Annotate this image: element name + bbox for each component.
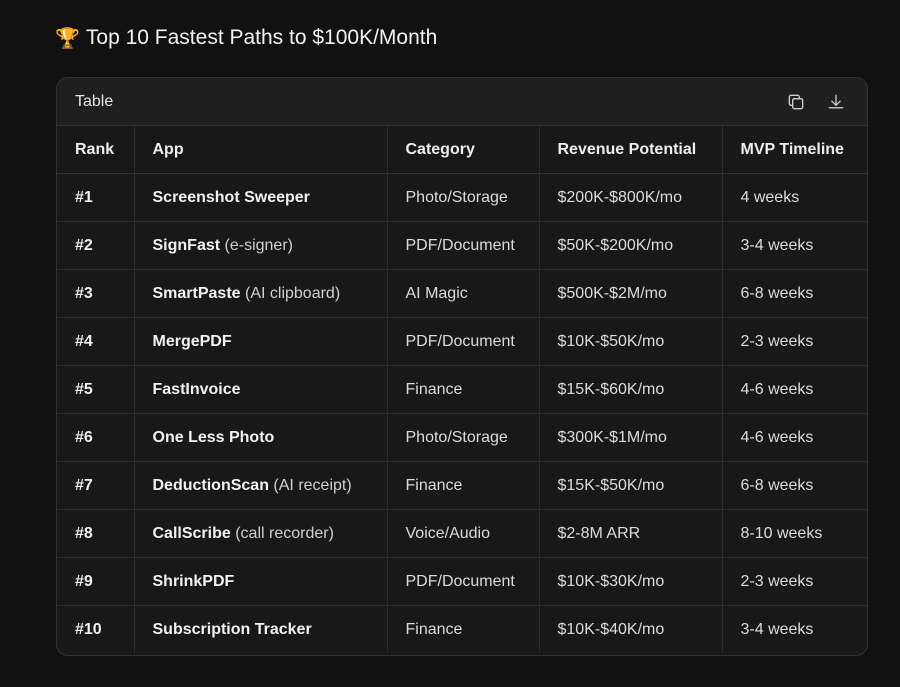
- rank-cell: #10: [75, 620, 102, 638]
- app-note: (e-signer): [224, 236, 293, 254]
- page-title: Top 10 Fastest Paths to $100K/Month: [85, 26, 438, 49]
- table-row: #5 FastInvoice Finance $15K-$60K/mo 4-6 week…: [57, 365, 867, 414]
- timeline-cell: 2-3 weeks: [721, 557, 867, 606]
- revenue-cell: $10K-$50K/mo: [538, 317, 722, 366]
- timeline-cell: 6-8 weeks: [721, 461, 867, 510]
- timeline-cell: 3-4 weeks: [721, 221, 867, 270]
- rank-cell: #5: [57, 365, 134, 414]
- table-header-row: Rank App Category Revenue Potential MVP …: [57, 126, 867, 174]
- app-cell: SignFast (e-signer): [133, 221, 387, 270]
- table-row: #3 SmartPaste (AI clipboard) AI Magic $500K…: [57, 269, 867, 318]
- card-title: Table: [75, 92, 114, 110]
- column-header-rank: Rank: [57, 126, 134, 174]
- rank-cell: #1: [57, 173, 134, 222]
- timeline-cell: 6-8 weeks: [721, 269, 867, 318]
- app-cell: SmartPaste (AI clipboard): [133, 269, 387, 318]
- column-header-revenue: Revenue Potential: [538, 126, 722, 174]
- app-name: MergePDF: [152, 332, 232, 350]
- category-cell: PDF/Document: [386, 317, 539, 366]
- app-cell: DeductionScan (AI receipt): [133, 461, 387, 510]
- app-name: Screenshot Sweeper: [152, 188, 310, 206]
- category-cell: Photo/Storage: [386, 413, 539, 462]
- app-cell: ShrinkPDF: [133, 557, 387, 606]
- rank-cell: #4: [57, 317, 134, 366]
- app-name: ShrinkPDF: [152, 572, 235, 590]
- timeline-cell: 8-10 weeks: [721, 509, 867, 558]
- column-header-category: Category: [386, 126, 539, 174]
- category-cell: Photo/Storage: [386, 173, 539, 222]
- category-cell: PDF/Document: [386, 221, 539, 270]
- rank-cell: #7: [57, 461, 134, 510]
- timeline-cell: 4-6 weeks: [721, 413, 867, 462]
- table-row: #9 ShrinkPDF PDF/Document $10K-$30K/mo 2-3 w…: [57, 557, 867, 606]
- timeline-cell: 3-4 weeks: [721, 605, 867, 653]
- revenue-cell: $300K-$1M/mo: [538, 413, 722, 462]
- rank-cell: #6: [57, 413, 134, 462]
- app-cell: MergePDF: [133, 317, 387, 366]
- timeline-cell: 4 weeks: [721, 173, 867, 222]
- download-icon[interactable]: [825, 91, 847, 113]
- app-cell: Screenshot Sweeper: [133, 173, 387, 222]
- timeline-cell: 4-6 weeks: [721, 365, 867, 414]
- app-cell: CallScribe (call recorder): [133, 509, 387, 558]
- revenue-cell: $500K-$2M/mo: [538, 269, 722, 318]
- column-header-timeline: MVP Timeline: [721, 126, 867, 174]
- table-row: #4 MergePDF PDF/Document $10K-$50K/mo 2-3 we…: [57, 317, 867, 366]
- revenue-cell: $200K-$800K/mo: [538, 173, 722, 222]
- category-cell: PDF/Document: [386, 557, 539, 606]
- app-name: SmartPaste: [152, 284, 241, 302]
- app-name: SignFast: [152, 236, 221, 254]
- category-cell: Finance: [386, 605, 539, 653]
- revenue-cell: $10K-$40K/mo: [538, 605, 722, 653]
- timeline-cell: 2-3 weeks: [721, 317, 867, 366]
- rank-cell: #3: [57, 269, 134, 318]
- revenue-cell: $15K-$50K/mo: [538, 461, 722, 510]
- app-name: FastInvoice: [152, 380, 241, 398]
- table-card: Table Rank App Category Revenue Potentia…: [56, 77, 868, 656]
- app-name: One Less Photo: [152, 428, 275, 446]
- app-name: CallScribe: [152, 524, 231, 542]
- category-cell: AI Magic: [386, 269, 539, 318]
- table-row: #10 Subscription Tracker Finance $10K-$40K/…: [57, 605, 867, 653]
- rank-cell: #9: [57, 557, 134, 606]
- column-header-app: App: [133, 126, 387, 174]
- table-row: #7 DeductionScan (AI receipt) Finance $15K-…: [57, 461, 867, 510]
- table-row: #8 CallScribe (call recorder) Voice/Audio $…: [57, 509, 867, 558]
- app-note: (call recorder): [235, 524, 334, 542]
- category-cell: Finance: [386, 365, 539, 414]
- card-header: Table: [57, 78, 867, 126]
- app-cell: FastInvoice: [133, 365, 387, 414]
- category-cell: Finance: [386, 461, 539, 510]
- rank-cell: #2: [57, 221, 134, 270]
- app-cell: Subscription Tracker: [133, 605, 387, 653]
- page-heading: 🏆 Top 10 Fastest Paths to $100K/Month: [55, 26, 437, 50]
- trophy-icon: 🏆: [55, 26, 80, 50]
- table-row: #6 One Less Photo Photo/Storage $300K-$1M/m…: [57, 413, 867, 462]
- app-name: DeductionScan: [152, 476, 269, 494]
- revenue-cell: $10K-$30K/mo: [538, 557, 722, 606]
- rank-cell: #8: [57, 509, 134, 558]
- copy-icon[interactable]: [785, 91, 807, 113]
- table-row: #2 SignFast (e-signer) PDF/Document $50K-$2…: [57, 221, 867, 270]
- app-cell: One Less Photo: [133, 413, 387, 462]
- app-name: Subscription Tracker: [152, 620, 312, 638]
- revenue-cell: $2-8M ARR: [538, 509, 722, 558]
- card-actions: [785, 91, 847, 113]
- table-row: #1 Screenshot Sweeper Photo/Storage $200K-$…: [57, 173, 867, 222]
- data-table: Rank App Category Revenue Potential MVP …: [57, 126, 867, 653]
- revenue-cell: $15K-$60K/mo: [538, 365, 722, 414]
- app-note: (AI clipboard): [245, 284, 341, 302]
- category-cell: Voice/Audio: [386, 509, 539, 558]
- revenue-cell: $50K-$200K/mo: [538, 221, 722, 270]
- table-body: #1 Screenshot Sweeper Photo/Storage $200K-$…: [57, 173, 867, 653]
- app-note: (AI receipt): [273, 476, 352, 494]
